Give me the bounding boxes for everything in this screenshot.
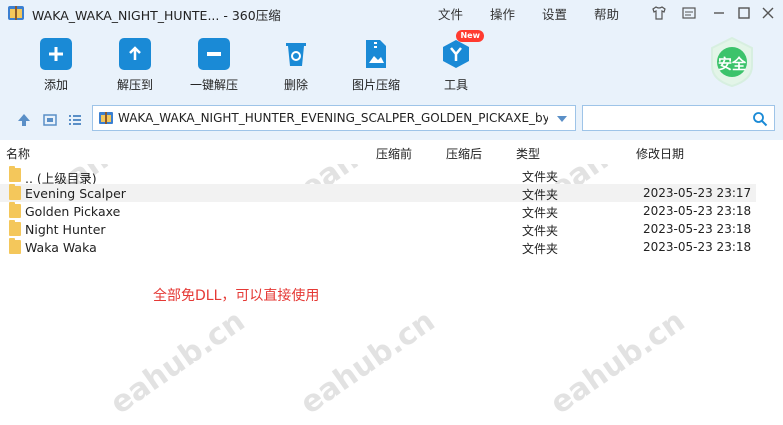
row-date: 2023-05-23 23:17 bbox=[643, 186, 752, 200]
delete-label: 删除 bbox=[283, 78, 308, 92]
up-arrow-icon[interactable] bbox=[16, 112, 32, 128]
menu-operation[interactable]: 操作 bbox=[490, 4, 515, 23]
tools-button[interactable]: New 工具 bbox=[426, 30, 486, 93]
tools-icon: New bbox=[440, 30, 484, 70]
menu-file[interactable]: 文件 bbox=[438, 4, 463, 23]
archive-file-icon bbox=[99, 112, 113, 124]
path-text: WAKA_WAKA_NIGHT_HUNTER_EVENING_SCALPER_G… bbox=[118, 111, 548, 125]
row-name: Evening Scalper bbox=[25, 186, 126, 201]
col-size-before[interactable]: 压缩前 bbox=[376, 145, 412, 162]
row-date: 2023-05-23 23:18 bbox=[643, 240, 752, 254]
add-icon bbox=[40, 38, 72, 70]
row-type: 文件夹 bbox=[522, 188, 559, 202]
app-archive-icon bbox=[8, 6, 24, 20]
one-click-extract-button[interactable]: 一键解压 bbox=[184, 38, 244, 93]
row-type: 文件夹 bbox=[522, 206, 559, 220]
annotation-note: 全部免DLL，可以直接使用 bbox=[153, 288, 320, 304]
image-compress-button[interactable]: 图片压缩 bbox=[346, 38, 406, 93]
row-name: Golden Pickaxe bbox=[25, 204, 121, 219]
menu-help[interactable]: 帮助 bbox=[594, 4, 619, 23]
minimize-icon[interactable] bbox=[711, 5, 727, 21]
folder-icon bbox=[9, 220, 21, 236]
one-click-extract-label: 一键解压 bbox=[189, 78, 238, 92]
extract-to-button[interactable]: 解压到 bbox=[105, 38, 165, 93]
thumbnail-view-icon[interactable] bbox=[42, 112, 58, 128]
extract-to-label: 解压到 bbox=[116, 78, 153, 92]
safe-badge[interactable]: 安全 bbox=[708, 36, 756, 88]
image-compress-label: 图片压缩 bbox=[351, 78, 400, 92]
column-header: 名称 压缩前 压缩后 类型 修改日期 bbox=[0, 140, 783, 164]
search-input[interactable] bbox=[582, 105, 775, 131]
one-click-extract-icon bbox=[198, 38, 230, 70]
chevron-down-icon[interactable] bbox=[557, 116, 567, 122]
table-row[interactable]: Waka Waka 文件夹 2023-05-23 23:18 bbox=[0, 238, 756, 256]
title-bar: WAKA_WAKA_NIGHT_HUNTE... - 360压缩 文件 操作 设… bbox=[0, 0, 783, 26]
table-row[interactable]: .. (上级目录) 文件夹 bbox=[0, 166, 756, 186]
window-title: WAKA_WAKA_NIGHT_HUNTE... - 360压缩 bbox=[32, 8, 281, 23]
row-name: Night Hunter bbox=[25, 222, 106, 237]
row-type: 文件夹 bbox=[522, 224, 559, 238]
folder-icon bbox=[9, 184, 21, 200]
watermark: eahub.cn bbox=[544, 303, 692, 422]
row-date: 2023-05-23 23:18 bbox=[643, 222, 752, 236]
table-row[interactable]: Golden Pickaxe 文件夹 2023-05-23 23:18 bbox=[0, 202, 756, 220]
safe-label: 安全 bbox=[718, 57, 746, 73]
col-name[interactable]: 名称 bbox=[6, 145, 30, 162]
skin-shirt-icon[interactable] bbox=[651, 5, 667, 21]
new-badge: New bbox=[456, 30, 484, 42]
close-icon[interactable] bbox=[760, 5, 776, 21]
image-compress-icon bbox=[360, 38, 392, 70]
tools-label: 工具 bbox=[443, 78, 468, 92]
maximize-icon[interactable] bbox=[736, 5, 752, 21]
col-modified[interactable]: 修改日期 bbox=[636, 145, 684, 162]
watermark: eahub.cn bbox=[294, 303, 442, 422]
table-row[interactable]: Night Hunter 文件夹 2023-05-23 23:18 bbox=[0, 220, 756, 238]
feedback-icon[interactable] bbox=[681, 5, 697, 21]
folder-icon bbox=[9, 202, 21, 218]
delete-button[interactable]: 删除 bbox=[266, 38, 326, 93]
table-row[interactable]: Evening Scalper 文件夹 2023-05-23 23:17 bbox=[0, 184, 756, 202]
list-view-icon[interactable] bbox=[67, 112, 83, 128]
toolbar: 添加 解压到 一键解压 删除 图片压缩 New 工具 安全 bbox=[0, 26, 783, 100]
path-input[interactable]: WAKA_WAKA_NIGHT_HUNTER_EVENING_SCALPER_G… bbox=[92, 105, 576, 131]
delete-icon bbox=[280, 38, 312, 70]
nav-bar: WAKA_WAKA_NIGHT_HUNTER_EVENING_SCALPER_G… bbox=[0, 100, 783, 140]
search-icon[interactable] bbox=[752, 111, 768, 127]
row-date: 2023-05-23 23:18 bbox=[643, 204, 752, 218]
col-type[interactable]: 类型 bbox=[516, 145, 540, 162]
watermark: eahub.cn bbox=[104, 303, 252, 422]
folder-icon bbox=[9, 238, 21, 254]
add-button[interactable]: 添加 bbox=[26, 38, 86, 93]
row-type: 文件夹 bbox=[522, 242, 559, 256]
folder-icon bbox=[9, 166, 21, 182]
extract-to-icon bbox=[119, 38, 151, 70]
row-name: Waka Waka bbox=[25, 240, 97, 255]
col-size-after[interactable]: 压缩后 bbox=[446, 145, 482, 162]
menu-settings[interactable]: 设置 bbox=[542, 4, 567, 23]
add-label: 添加 bbox=[43, 78, 68, 92]
row-type: 文件夹 bbox=[522, 170, 559, 184]
